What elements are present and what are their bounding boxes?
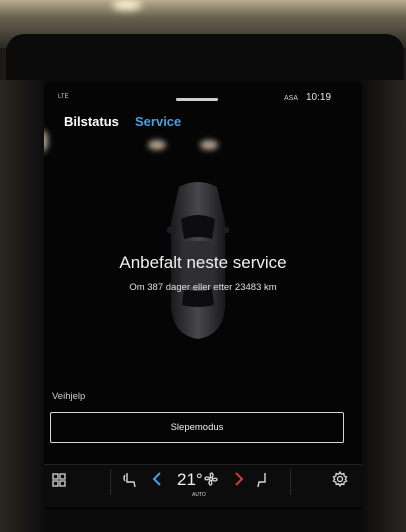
signal-indicator: LTE	[58, 94, 69, 100]
top-bar-handle[interactable]	[176, 98, 218, 101]
apps-grid-icon[interactable]	[52, 473, 66, 492]
fan-mode-label: AUTO	[192, 492, 206, 498]
seat-heat-icon[interactable]	[122, 471, 138, 494]
chevron-left-icon[interactable]	[152, 471, 162, 492]
infotainment-screen: LTE ASA 10:19 Bilstatus Service Anbefalt…	[44, 82, 362, 510]
seat-ventilation-icon[interactable]	[256, 471, 270, 494]
tab-service[interactable]: Service	[135, 114, 181, 129]
status-bar: LTE ASA 10:19	[44, 90, 362, 106]
divider	[290, 469, 291, 495]
roadside-heading: Veihjelp	[52, 391, 86, 402]
ceiling-light	[112, 0, 142, 10]
tow-mode-label: Slepemodus	[170, 422, 224, 433]
climate-bar: 21° AUTO	[44, 464, 362, 507]
light-reflection	[148, 140, 166, 150]
light-reflection	[200, 140, 218, 150]
settings-gear-icon[interactable]	[332, 470, 348, 492]
temperature-value[interactable]: 21°	[177, 470, 203, 490]
service-title: Anbefalt neste service	[119, 253, 287, 272]
light-reflection	[44, 130, 48, 152]
driver-assist-indicator: ASA	[284, 95, 299, 102]
service-detail: Om 387 dager eller etter 23483 km	[129, 282, 277, 293]
clock: 10:19	[306, 92, 332, 103]
tab-bilstatus[interactable]: Bilstatus	[64, 114, 119, 129]
bezel-reflection-right	[360, 80, 406, 532]
bezel-reflection-left	[0, 80, 48, 532]
tow-mode-button[interactable]: Slepemodus	[50, 412, 344, 443]
chevron-right-icon[interactable]	[234, 471, 244, 492]
divider	[110, 469, 111, 495]
fan-icon[interactable]	[204, 472, 218, 491]
